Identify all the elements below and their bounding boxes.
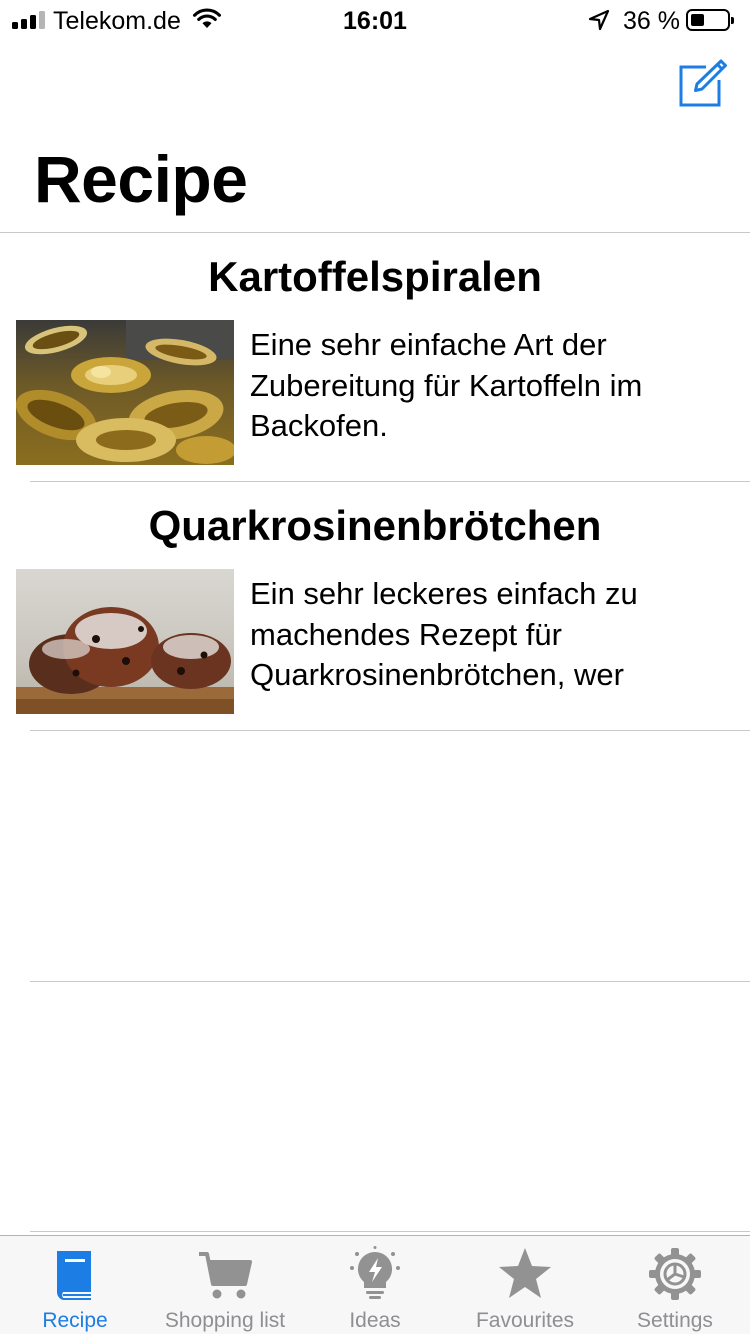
recipe-title: Kartoffelspiralen <box>208 253 542 300</box>
status-bar: Telekom.de 16:01 36 % <box>0 0 750 40</box>
star-icon <box>499 1248 551 1298</box>
recipe-title: Quarkrosinenbrötchen <box>148 502 602 549</box>
tab-label: Settings <box>637 1309 713 1332</box>
lightbulb-icon <box>350 1246 400 1299</box>
row-separator <box>30 730 750 731</box>
battery-percent: 36 % <box>623 7 680 35</box>
location-arrow-icon <box>588 9 610 31</box>
recipe-thumbnail-raisin-rolls <box>16 569 234 714</box>
tab-label: Recipe <box>42 1309 108 1332</box>
recipe-row[interactable]: Kartoffelspiralen Eine sehr einfache Art… <box>0 233 750 482</box>
page-title: Recipe <box>34 142 248 216</box>
recipe-list: Kartoffelspiralen Eine sehr einfache Art… <box>0 233 750 731</box>
tab-ideas[interactable]: Ideas <box>300 1236 450 1335</box>
book-icon <box>56 1251 91 1300</box>
recipe-description: Eine sehr einfache Art der Zubereitung f… <box>250 327 643 443</box>
row-separator <box>30 981 750 982</box>
tab-shopping-list[interactable]: Shopping list <box>150 1236 300 1335</box>
tab-bar: Recipe Shopping list Ideas Favourites Se… <box>0 1235 750 1334</box>
tab-label: Shopping list <box>164 1309 286 1332</box>
recipe-row[interactable]: Quarkrosinenbrötchen Ein sehr leckeres e… <box>0 482 750 731</box>
tab-label: Ideas <box>349 1309 401 1332</box>
tab-settings[interactable]: Settings <box>600 1236 750 1335</box>
recipe-thumbnail-potato-spirals <box>16 320 234 465</box>
compose-icon[interactable] <box>678 58 728 108</box>
tab-favourites[interactable]: Favourites <box>450 1236 600 1335</box>
tab-label: Favourites <box>475 1309 575 1332</box>
cart-icon <box>199 1252 252 1299</box>
gear-icon <box>649 1248 701 1300</box>
recipe-description: Ein sehr leckeres einfach zu machendes R… <box>250 576 638 692</box>
battery-icon <box>686 9 734 31</box>
row-separator <box>30 1231 750 1232</box>
tab-recipe[interactable]: Recipe <box>0 1236 150 1335</box>
